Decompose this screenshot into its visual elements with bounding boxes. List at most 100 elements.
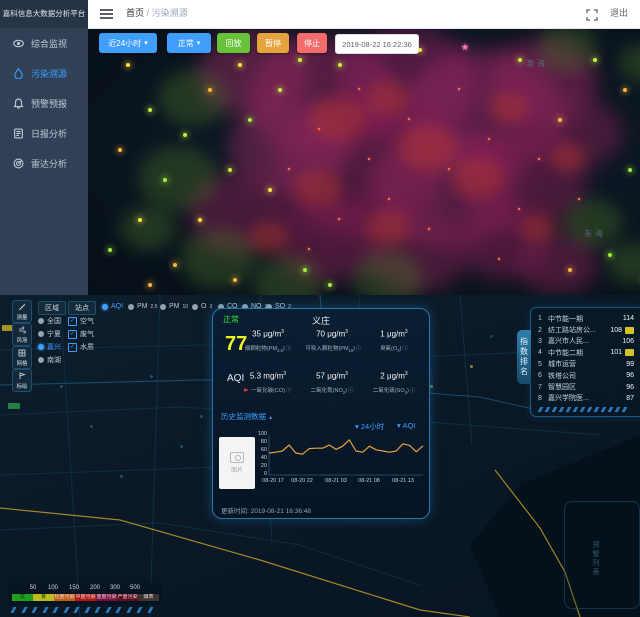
chart-metric-select[interactable]: ▾ AQI	[397, 421, 415, 430]
ranking-row[interactable]: 2纺工路站房公...108	[531, 324, 640, 335]
ranking-row[interactable]: 1中节能一期114	[531, 313, 640, 324]
legend-segment: 重度污染	[96, 594, 117, 601]
sidebar-item-radar-analysis[interactable]: 雷达分析	[0, 148, 88, 178]
pagination-dash[interactable]	[559, 407, 565, 412]
region-selector-header[interactable]: 区域	[38, 301, 66, 315]
radio-icon	[160, 304, 166, 310]
timeline-dash	[84, 607, 90, 613]
level-badge	[625, 327, 634, 334]
station-marker	[428, 228, 430, 230]
ranking-row[interactable]: 8嘉兴学院医...87	[531, 393, 640, 404]
pause-button[interactable]: 暂停	[257, 33, 289, 53]
pollutant-option-pm25[interactable]: PM2.5	[128, 303, 157, 310]
legend-tick: 200	[90, 585, 100, 591]
ranking-tab[interactable]: 指数排名	[517, 330, 531, 384]
ranking-row[interactable]: 3嘉兴市人民...106	[531, 336, 640, 347]
ranking-row[interactable]: 6铁塔公司96	[531, 370, 640, 381]
station-glow-dot	[328, 283, 332, 287]
city-detail-map[interactable]: 测量 风场 网格 标绘 区域 全国 宁夏 嘉兴 南湖 站点 ✓	[0, 295, 640, 617]
tool-windfield-button[interactable]: 风场	[12, 323, 32, 346]
heat-core	[520, 214, 556, 243]
report-icon	[13, 128, 24, 139]
pagination-dash[interactable]	[545, 407, 551, 412]
sea-label-donghai: 东海	[584, 228, 606, 239]
history-data-link[interactable]: 历史监测数据 ▲	[221, 411, 273, 422]
site-option-air[interactable]: ✓空气	[68, 316, 94, 326]
pagination-dash[interactable]	[601, 407, 607, 412]
time-range-select[interactable]: 近24小时▾	[99, 33, 157, 53]
datetime-input[interactable]: 2019-08-22 16:22:36	[335, 34, 419, 54]
ranking-row[interactable]: 7智慧园区96	[531, 381, 640, 392]
pagination-dash[interactable]	[538, 407, 544, 412]
ranking-pagination	[539, 407, 626, 412]
reading-o3: 1 μg/m3 臭氧(O3)ⓘ	[365, 329, 423, 353]
stop-button[interactable]: 停止	[297, 33, 327, 53]
pagination-dash[interactable]	[566, 407, 572, 412]
warning-list-panel	[564, 501, 640, 609]
site-option-exhaust[interactable]: ✓废气	[68, 329, 94, 339]
station-glow-dot	[568, 268, 572, 272]
region-option-jiaxing[interactable]: 嘉兴	[38, 342, 61, 352]
breadcrumb-home-link[interactable]: 首页	[126, 8, 144, 18]
legend-segment: 严重污染	[117, 594, 138, 601]
pagination-dash[interactable]	[608, 407, 614, 412]
map-poi-dot	[200, 415, 203, 418]
pagination-dash[interactable]	[615, 407, 621, 412]
station-marker	[448, 168, 450, 170]
sidebar-item-pollution-trace[interactable]: 污染溯源	[0, 58, 88, 88]
pagination-dash[interactable]	[580, 407, 586, 412]
station-marker	[318, 128, 320, 130]
station-marker	[338, 218, 340, 220]
ranking-row[interactable]: 5城市运营99	[531, 359, 640, 370]
pollutant-option-aqi[interactable]: AQI	[102, 303, 123, 310]
hamburger-menu-icon[interactable]	[100, 9, 113, 19]
status-select[interactable]: 正常▾	[167, 33, 211, 53]
heat-core	[452, 157, 504, 199]
pagination-dash[interactable]	[594, 407, 600, 412]
logout-button[interactable]: 退出	[610, 0, 628, 27]
warning-list-tab[interactable]: 预警列表	[590, 541, 600, 577]
pollutant-option-o3[interactable]: O3	[192, 303, 212, 310]
sidebar-item-label: 综合监视	[31, 37, 67, 50]
region-option-ningxia[interactable]: 宁夏	[38, 329, 61, 339]
site-selector-header[interactable]: 站点	[68, 301, 96, 315]
info-icon: ⓘ	[286, 388, 292, 394]
pagination-dash[interactable]	[573, 407, 579, 412]
sidebar-item-label: 预警预报	[31, 97, 67, 110]
reading-pm10: 70 μg/m3 可吸入颗粒物(PM10)ⓘ	[303, 329, 361, 353]
fullscreen-icon[interactable]	[586, 8, 598, 26]
station-glow-dot	[118, 148, 122, 152]
tool-measure-button[interactable]: 测量	[12, 300, 32, 323]
region-option-nanhu[interactable]: 南湖	[38, 355, 61, 365]
tool-grid-button[interactable]: 网格	[12, 346, 32, 369]
station-detail-popup: 正常 义庄 77 AQI 35 μg/m3 细颗粒物(PM2.5)ⓘ 70 μg…	[212, 308, 430, 519]
reading-so2: 2 μg/m3 二氧化硫(SO2)ⓘ	[365, 371, 423, 395]
chevron-down-icon: ▾	[197, 40, 201, 47]
radio-selected-icon	[38, 344, 44, 350]
sidebar-item-monitoring[interactable]: 综合监视	[0, 28, 88, 58]
legend-tick: 150	[69, 585, 79, 591]
x-tick: 08-21 03	[325, 478, 347, 484]
pollutant-option-pm10[interactable]: PM10	[160, 303, 188, 310]
site-option-water[interactable]: ✓水质	[68, 342, 94, 352]
app-screen: 首页 / 污染溯源 退出 嘉科信息大数据分析平台 综合监视 污染溯源 预警预报 …	[0, 0, 640, 617]
sidebar-item-warning-forecast[interactable]: 预警预报	[0, 88, 88, 118]
station-glow-dot	[108, 248, 112, 252]
region-option-nationwide[interactable]: 全国	[38, 316, 61, 326]
pagination-dash[interactable]	[552, 407, 558, 412]
tool-plot-button[interactable]: 标绘	[12, 369, 32, 392]
timeline-dash	[52, 607, 58, 613]
info-icon: ⓘ	[410, 388, 416, 394]
playback-button[interactable]: 回放	[217, 33, 250, 53]
aqi-legend: 50 100 150 200 300 500 优 良 轻度污染 中度污染 重度污…	[8, 583, 162, 605]
sidebar-item-label: 雷达分析	[31, 157, 67, 170]
national-heatmap-map[interactable]: 渤海 东海 ★ 近24小时▾ 正常▾ 回放 暂停 停止 2019-08-22 1…	[88, 28, 640, 295]
station-glow-dot	[623, 88, 627, 92]
station-photo-placeholder[interactable]: 图片	[219, 437, 255, 489]
ranking-row[interactable]: 4中节能二期101	[531, 347, 640, 358]
station-glow-dot	[558, 118, 562, 122]
pagination-dash[interactable]	[587, 407, 593, 412]
pagination-dash[interactable]	[622, 407, 628, 412]
sidebar-item-daily-report[interactable]: 日报分析	[0, 118, 88, 148]
sidebar-item-label: 日报分析	[31, 127, 67, 140]
